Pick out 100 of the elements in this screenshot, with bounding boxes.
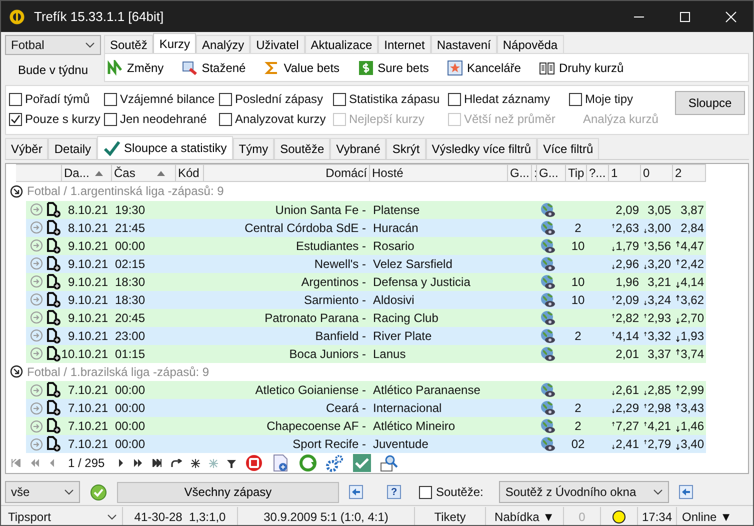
option-checkbox[interactable]: Hledat záznamy [448, 91, 569, 107]
menu-tab[interactable]: Internet [378, 35, 431, 53]
add-document-icon[interactable] [47, 382, 61, 398]
toolbar-button[interactable]: Value bets [264, 60, 340, 76]
menu-tab[interactable]: Nastavení [430, 35, 497, 53]
menu-tab[interactable]: Uživatel [250, 35, 305, 53]
close-icon[interactable] [725, 10, 737, 22]
add-document-icon[interactable] [47, 310, 61, 326]
asterisk-icon[interactable] [190, 458, 200, 468]
option-checkbox[interactable]: Vzájemné bilance [104, 91, 219, 107]
check-circle-icon[interactable] [90, 484, 107, 500]
sport-select[interactable]: Fotbal [5, 35, 101, 55]
menu-tab[interactable]: Nápověda [496, 35, 564, 53]
column-header[interactable]: Kód [176, 164, 204, 182]
add-document-icon[interactable] [47, 328, 61, 344]
add-document-icon[interactable] [47, 220, 61, 236]
column-header[interactable]: Čas [112, 164, 176, 182]
all-matches-button[interactable]: Všechny zápasy [117, 482, 339, 502]
match-row[interactable]: 10.10.21 01:15 Boca Juniors - Lanus 2,01 3,37 3,74 [26, 344, 706, 362]
competition-select[interactable]: Soutěž z Úvodního okna [499, 481, 670, 503]
toolbar-button[interactable]: Změny [107, 60, 164, 76]
globe-icon[interactable] [540, 382, 556, 398]
next-icon[interactable] [118, 459, 124, 467]
match-row[interactable]: 8.10.21 19:30 Union Santa Fe - Platense 2,09 3,05 3,87 [26, 200, 706, 218]
column-header[interactable]: 2 [673, 164, 706, 182]
globe-icon[interactable] [540, 202, 556, 218]
check-icon[interactable] [352, 454, 371, 472]
week-button[interactable]: Bude v týdnu [5, 59, 101, 80]
column-header[interactable]: : [532, 164, 537, 182]
collapse-icon[interactable] [10, 184, 23, 198]
match-row[interactable]: 8.10.21 21:45 Central Córdoba SdE - Huracán 2 2,63 3,00 2,84 [26, 218, 706, 236]
add-document-icon[interactable] [47, 436, 61, 452]
view-tab[interactable]: Výběr [5, 138, 48, 159]
competitions-checkbox[interactable]: Soutěže: [419, 484, 484, 500]
maximize-icon[interactable] [679, 10, 691, 22]
option-checkbox[interactable]: Pořadí týmů [9, 91, 104, 107]
add-document-icon[interactable] [47, 418, 61, 434]
option-checkbox[interactable]: Jen neodehrané [104, 111, 219, 127]
toolbar-button[interactable]: Sure bets [358, 60, 429, 76]
arrow-left-icon[interactable] [679, 485, 694, 499]
arrow-left-icon[interactable] [349, 485, 363, 499]
view-tab[interactable]: Detaily [48, 138, 98, 159]
add-document-icon[interactable] [47, 346, 61, 362]
column-header[interactable]: Domácí [204, 164, 370, 182]
view-tab[interactable]: Týmy [232, 138, 274, 159]
add-document-icon[interactable] [47, 256, 61, 272]
first-page-icon[interactable] [11, 459, 21, 467]
match-row[interactable]: 9.10.21 18:30 Sarmiento - Aldosivi 10 2,09 3,24 3,62 [26, 290, 706, 308]
option-checkbox[interactable]: Moje tipy [569, 91, 673, 107]
menu-tab[interactable]: Kurzy [153, 33, 196, 53]
column-header[interactable]: 0 [641, 164, 673, 182]
column-header[interactable]: Tip [566, 164, 587, 182]
globe-icon[interactable] [540, 418, 556, 434]
filter-icon[interactable] [226, 458, 236, 468]
toolbar-button[interactable]: Kanceláře [446, 60, 521, 76]
menu-tab[interactable]: Aktualizace [304, 35, 378, 53]
stop-icon[interactable] [244, 454, 263, 472]
tickets-button[interactable]: Tikety [415, 507, 486, 525]
option-checkbox[interactable]: Analyzovat kurzy [219, 111, 333, 127]
add-page-icon[interactable] [272, 454, 290, 472]
offer-menu[interactable]: Nabídka ▼ [486, 507, 564, 525]
add-document-icon[interactable] [47, 238, 61, 254]
filter-select[interactable]: vše [5, 481, 80, 503]
match-row[interactable]: 7.10.21 00:00 Chapecoense AF - Atlético Mineiro 2 7,27 4,21 1,46 [26, 417, 706, 435]
rewind-icon[interactable] [30, 459, 40, 467]
match-row[interactable]: 7.10.21 00:00 Sport Recife - Juventude 02 2,41 2,79 3,40 [26, 435, 706, 453]
previous-icon[interactable] [49, 459, 55, 467]
globe-icon[interactable] [540, 274, 556, 290]
column-header[interactable]: 1 [609, 164, 641, 182]
menu-tab[interactable]: Soutěž [104, 35, 154, 53]
refresh-icon[interactable] [298, 454, 317, 472]
online-menu[interactable]: Online ▼ [677, 507, 737, 525]
add-document-icon[interactable] [47, 400, 61, 416]
globe-icon[interactable] [540, 256, 556, 272]
view-tab[interactable]: Výsledky více filtrů [426, 138, 538, 159]
option-checkbox[interactable]: Statistika zápasu [333, 91, 448, 107]
help-button[interactable]: ? [387, 485, 401, 499]
toolbar-button[interactable]: Druhy kurzů [538, 60, 624, 76]
last-page-icon[interactable] [152, 459, 162, 467]
option-checkbox[interactable]: Pouze s kurzy [9, 111, 104, 127]
search-document-icon[interactable] [380, 454, 398, 472]
add-document-icon[interactable] [47, 202, 61, 218]
view-tab[interactable]: Sloupce a statistiky [97, 136, 233, 159]
column-header[interactable]: ?... [587, 164, 609, 182]
globe-icon[interactable] [540, 238, 556, 254]
globe-icon[interactable] [540, 400, 556, 416]
globe-icon[interactable] [540, 328, 556, 344]
collapse-icon[interactable] [10, 365, 23, 378]
match-row[interactable]: 7.10.21 00:00 Atletico Goianiense - Atlético Paranaense 2,61 2,85 2,99 [26, 381, 706, 399]
column-header[interactable]: G... [537, 164, 566, 182]
view-tab[interactable]: Skrýt [386, 138, 426, 159]
match-row[interactable]: 7.10.21 00:00 Ceará - Internacional 2 2,29 2,98 3,43 [26, 399, 706, 417]
column-header[interactable]: Hosté [370, 164, 508, 182]
match-row[interactable]: 9.10.21 00:00 Estudiantes - Rosario 10 1,79 3,56 4,47 [26, 236, 706, 254]
view-tab[interactable]: Více filtrů [537, 138, 600, 159]
view-tab[interactable]: Soutěže [274, 138, 330, 159]
column-header[interactable]: Da... [62, 164, 112, 182]
fast-forward-icon[interactable] [132, 459, 143, 467]
view-tab[interactable]: Vybrané [330, 138, 386, 159]
globe-icon[interactable] [540, 436, 556, 452]
